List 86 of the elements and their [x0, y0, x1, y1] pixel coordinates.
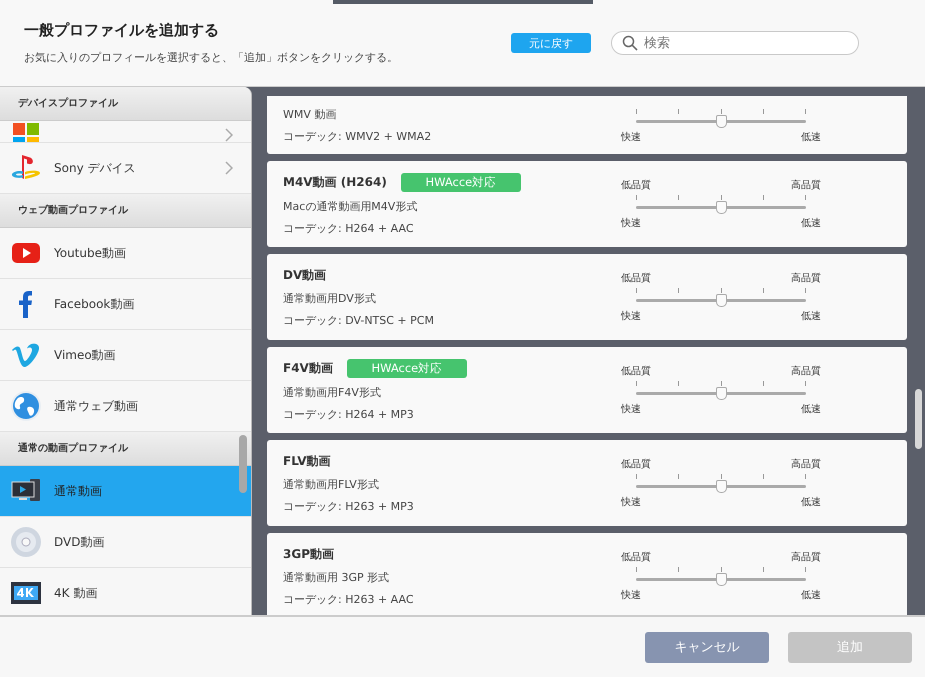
- codec-text: コーデック: H264 + MP3: [283, 406, 415, 422]
- profile-description: 通常動画用FLV形式: [283, 476, 380, 492]
- chevron-icon: [225, 161, 233, 175]
- sidebar-item[interactable]: DVD動画: [0, 517, 251, 568]
- sidebar-item[interactable]: Facebook動画: [0, 279, 251, 330]
- section-header: デバイスプロファイル: [0, 87, 251, 121]
- profile-card[interactable]: M4V動画 (H264) HWAcce対応 Macの通常動画用M4V形式 コーデック: H264 + AAC 低品質 高品質 快速 低速: [267, 161, 907, 247]
- codec-text: コーデック: DV-NTSC + PCM: [283, 312, 435, 328]
- slider-label: 高品質: [791, 550, 821, 564]
- profile-title: 3GP動画: [283, 546, 334, 562]
- profile-description: 通常動画用DV形式: [283, 290, 377, 306]
- quality-slider[interactable]: [636, 115, 806, 129]
- slider-label: 低速: [801, 496, 821, 509]
- profile-description: 通常動画用 3GP 形式: [283, 570, 390, 584]
- profile-title: F4V動画: [283, 360, 333, 376]
- slider-thumb[interactable]: [716, 480, 727, 493]
- sidebar-item[interactable]: [0, 121, 251, 143]
- slider-label: 高品質: [791, 458, 821, 471]
- slider-label: 低速: [801, 130, 821, 144]
- codec-text: コーデック: H263 + AAC: [283, 592, 415, 606]
- quality-slider[interactable]: [636, 573, 806, 587]
- item-label: 通常動画: [54, 482, 103, 500]
- item-label: DVD動画: [54, 534, 106, 550]
- scrollbar-thumb[interactable]: [239, 435, 247, 493]
- item-label: Sony デバイス: [54, 160, 136, 176]
- chevron-icon: [225, 128, 233, 142]
- quality-slider[interactable]: [636, 480, 806, 494]
- item-label: Vimeo動画: [54, 346, 117, 364]
- slider-label: 高品質: [791, 178, 821, 192]
- slider-label: 低速: [801, 588, 821, 602]
- slider-label: 快速: [621, 130, 641, 144]
- search-field[interactable]: 検索: [611, 31, 859, 55]
- profile-card[interactable]: FLV動画 通常動画用FLV形式 コーデック: H263 + MP3 低品質 高品質 快速 低速: [267, 440, 907, 526]
- slider-label: 低品質: [621, 458, 651, 471]
- slider-thumb[interactable]: [716, 573, 727, 586]
- profile-title: M4V動画 (H264): [283, 174, 387, 190]
- slider-thumb[interactable]: [716, 115, 727, 128]
- globe-icon: [10, 390, 42, 422]
- slider-label: 低品質: [621, 364, 651, 378]
- slider-label: 高品質: [791, 364, 821, 378]
- quality-slider[interactable]: [636, 387, 806, 401]
- slider-label: 高品質: [791, 272, 821, 285]
- sidebar-item[interactable]: 4K 動画: [0, 568, 251, 615]
- item-label: Facebook動画: [54, 296, 136, 312]
- item-label: Youtube動画: [54, 244, 127, 262]
- instruction-text: お気に入りのプロフィールを選択すると、「追加」ボタンをクリックする。: [24, 50, 399, 65]
- profile-card[interactable]: WMV 動画 コーデック: WMV2 + WMA2 快速 低速: [267, 96, 907, 154]
- dialog-title: 一般プロファイルを追加する: [24, 21, 220, 40]
- slider-label: 低速: [801, 310, 821, 323]
- item-label: 4K 動画: [54, 584, 98, 602]
- section-header: 通常の動画プロファイル: [0, 432, 251, 466]
- hw-accel-badge: HWAcce対応: [400, 172, 521, 192]
- profile-description: 通常動画用F4V形式: [283, 384, 382, 400]
- hw-accel-badge: HWAcce対応: [346, 358, 467, 378]
- section-header: ウェブ動画プロファイル: [0, 194, 251, 228]
- slider-label: 低品質: [621, 178, 651, 192]
- quality-slider[interactable]: [636, 294, 806, 308]
- profile-title: FLV動画: [283, 452, 330, 470]
- profile-title: DV動画: [283, 266, 326, 284]
- sidebar-item[interactable]: Youtube動画: [0, 228, 251, 279]
- scrollbar-thumb[interactable]: [915, 389, 922, 449]
- codec-text: コーデック: H263 + MP3: [283, 498, 415, 514]
- slider-label: 快速: [621, 216, 641, 230]
- item-label: 通常ウェブ動画: [54, 398, 139, 414]
- codec-text: コーデック: H264 + AAC: [283, 220, 415, 236]
- profile-card[interactable]: F4V動画 HWAcce対応 通常動画用F4V形式 コーデック: H264 + MP3 低品質 高品質 快速 低速: [267, 347, 907, 433]
- sidebar-item[interactable]: 通常動画: [0, 466, 251, 517]
- slider-label: 快速: [621, 496, 641, 509]
- slider-label: 低速: [801, 402, 821, 416]
- slider-thumb[interactable]: [716, 387, 727, 400]
- profile-card[interactable]: 3GP動画 通常動画用 3GP 形式 コーデック: H263 + AAC 低品質 高品質 快速 低速: [267, 533, 907, 615]
- sidebar-item[interactable]: Vimeo動画: [0, 330, 251, 381]
- profile-description: WMV 動画: [283, 106, 338, 122]
- slider-label: 快速: [621, 310, 641, 323]
- quality-slider[interactable]: [636, 201, 806, 215]
- slider-label: 快速: [621, 402, 641, 416]
- slider-label: 低速: [801, 216, 821, 230]
- slider-label: 快速: [621, 588, 641, 602]
- codec-text: コーデック: WMV2 + WMA2: [283, 128, 432, 144]
- slider-label: 低品質: [621, 272, 651, 285]
- slider-thumb[interactable]: [716, 201, 727, 214]
- disc-icon: [10, 526, 42, 558]
- slider-thumb[interactable]: [716, 294, 727, 307]
- profile-card[interactable]: DV動画 通常動画用DV形式 コーデック: DV-NTSC + PCM 低品質 高品質 快速 低速: [267, 254, 907, 340]
- slider-label: 低品質: [621, 550, 651, 564]
- profile-description: Macの通常動画用M4V形式: [283, 198, 418, 214]
